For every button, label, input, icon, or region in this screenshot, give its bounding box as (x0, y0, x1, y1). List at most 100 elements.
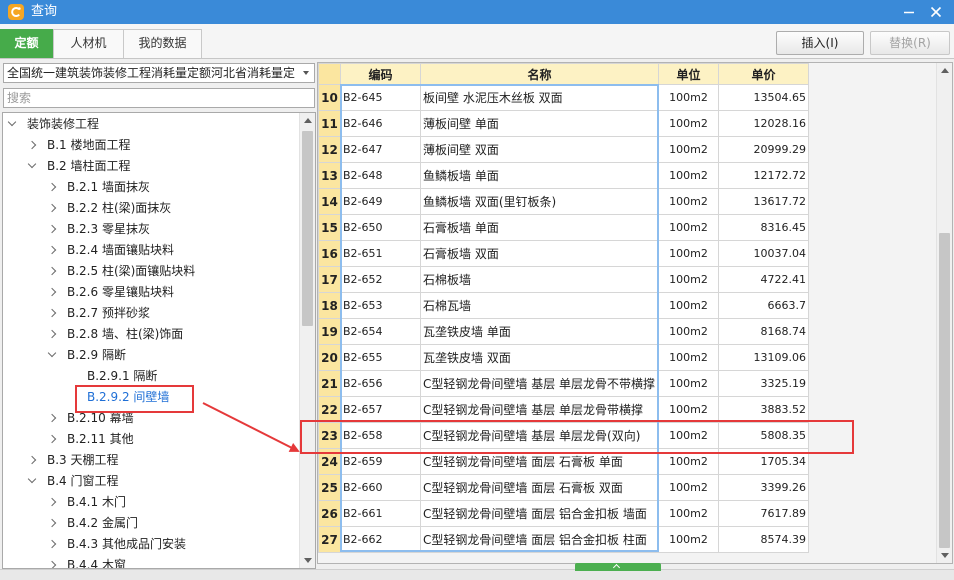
cell-code[interactable]: B2-646 (340, 110, 421, 137)
tab-quota[interactable]: 定额 (0, 29, 53, 58)
tree-item[interactable]: 装饰装修工程 (3, 114, 298, 135)
tree-scrollbar[interactable] (299, 113, 315, 568)
chevron-right-icon[interactable] (47, 518, 57, 528)
tree-item[interactable]: B.4.4 木窗 (3, 555, 298, 568)
cell-price[interactable]: 8574.39 (718, 526, 809, 553)
table-row[interactable]: 20 B2-655 瓦垄铁皮墙 双面 100m2 13109.06 (318, 344, 809, 371)
cell-unit[interactable]: 100m2 (658, 318, 719, 345)
cell-unit[interactable]: 100m2 (658, 526, 719, 553)
tree-item[interactable]: B.4 门窗工程 (3, 471, 298, 492)
cell-code[interactable]: B2-656 (340, 370, 421, 397)
cell-price[interactable]: 13617.72 (718, 188, 809, 215)
panel-splitter-handle[interactable] (575, 563, 661, 571)
cell-unit[interactable]: 100m2 (658, 84, 719, 111)
cell-unit[interactable]: 100m2 (658, 136, 719, 163)
tree-item[interactable]: B.3 天棚工程 (3, 450, 298, 471)
cell-code[interactable]: B2-648 (340, 162, 421, 189)
table-row[interactable]: 26 B2-661 C型轻钢龙骨间壁墙 面层 铝合金扣板 墙面 100m2 7617.8… (318, 500, 809, 527)
header-name[interactable]: 名称 (420, 63, 659, 85)
library-select[interactable]: 全国统一建筑装饰装修工程消耗量定额河北省消耗量定 (3, 63, 315, 83)
tree-item[interactable]: B.2 墙柱面工程 (3, 156, 298, 177)
chevron-right-icon[interactable] (47, 539, 57, 549)
table-row[interactable]: 23 B2-658 C型轻钢龙骨间壁墙 基层 单层龙骨(双向) 100m2 5808.3… (318, 422, 809, 449)
chevron-right-icon[interactable] (47, 203, 57, 213)
cell-price[interactable]: 1705.34 (718, 448, 809, 475)
chevron-right-icon[interactable] (47, 308, 57, 318)
cell-name[interactable]: 薄板间壁 双面 (420, 136, 659, 163)
tree-item[interactable]: B.2.10 幕墙 (3, 408, 298, 429)
grid-scrollbar[interactable] (936, 63, 952, 563)
cell-code[interactable]: B2-661 (340, 500, 421, 527)
cell-code[interactable]: B2-645 (340, 84, 421, 111)
cell-unit[interactable]: 100m2 (658, 370, 719, 397)
chevron-right-icon[interactable] (47, 497, 57, 507)
cell-code[interactable]: B2-659 (340, 448, 421, 475)
cell-name[interactable]: 鱼鳞板墙 单面 (420, 162, 659, 189)
table-row[interactable]: 22 B2-657 C型轻钢龙骨间壁墙 基层 单层龙骨带横撑 100m2 3883.52 (318, 396, 809, 423)
table-row[interactable]: 25 B2-660 C型轻钢龙骨间壁墙 面层 石膏板 双面 100m2 3399.26 (318, 474, 809, 501)
cell-unit[interactable]: 100m2 (658, 110, 719, 137)
cell-unit[interactable]: 100m2 (658, 188, 719, 215)
table-row[interactable]: 27 B2-662 C型轻钢龙骨间壁墙 面层 铝合金扣板 柱面 100m2 8574.3… (318, 526, 809, 553)
close-icon[interactable] (928, 4, 944, 20)
cell-unit[interactable]: 100m2 (658, 448, 719, 475)
tree-item[interactable]: B.2.2 柱(梁)面抹灰 (3, 198, 298, 219)
cell-unit[interactable]: 100m2 (658, 500, 719, 527)
table-row[interactable]: 15 B2-650 石膏板墙 单面 100m2 8316.45 (318, 214, 809, 241)
table-row[interactable]: 10 B2-645 板间壁 水泥压木丝板 双面 100m2 13504.65 (318, 84, 809, 111)
replace-button[interactable]: 替换(R) (870, 31, 950, 55)
cell-unit[interactable]: 100m2 (658, 396, 719, 423)
cell-name[interactable]: C型轻钢龙骨间壁墙 面层 铝合金扣板 柱面 (420, 526, 659, 553)
tree-item[interactable]: B.1 楼地面工程 (3, 135, 298, 156)
chevron-right-icon[interactable] (47, 413, 57, 423)
table-row[interactable]: 18 B2-653 石棉瓦墙 100m2 6663.7 (318, 292, 809, 319)
tree-item[interactable]: B.2.6 零星镶贴块料 (3, 282, 298, 303)
cell-code[interactable]: B2-657 (340, 396, 421, 423)
cell-code[interactable]: B2-658 (340, 422, 421, 449)
cell-name[interactable]: 瓦垄铁皮墙 单面 (420, 318, 659, 345)
cell-name[interactable]: C型轻钢龙骨间壁墙 面层 石膏板 双面 (420, 474, 659, 501)
cell-name[interactable]: C型轻钢龙骨间壁墙 面层 石膏板 单面 (420, 448, 659, 475)
tree-item[interactable]: B.4.2 金属门 (3, 513, 298, 534)
cell-unit[interactable]: 100m2 (658, 474, 719, 501)
chevron-right-icon[interactable] (27, 140, 37, 150)
tree-item[interactable]: B.4.3 其他成品门安装 (3, 534, 298, 555)
cell-price[interactable]: 20999.29 (718, 136, 809, 163)
insert-button[interactable]: 插入(I) (776, 31, 864, 55)
scroll-thumb[interactable] (939, 233, 950, 548)
chevron-right-icon[interactable] (47, 287, 57, 297)
cell-name[interactable]: C型轻钢龙骨间壁墙 基层 单层龙骨(双向) (420, 422, 659, 449)
cell-name[interactable]: C型轻钢龙骨间壁墙 基层 单层龙骨带横撑 (420, 396, 659, 423)
chevron-right-icon[interactable] (47, 224, 57, 234)
cell-price[interactable]: 3883.52 (718, 396, 809, 423)
cell-code[interactable]: B2-660 (340, 474, 421, 501)
chevron-down-icon[interactable] (27, 474, 37, 484)
table-row[interactable]: 12 B2-647 薄板间壁 双面 100m2 20999.29 (318, 136, 809, 163)
cell-price[interactable]: 3325.19 (718, 370, 809, 397)
chevron-down-icon[interactable] (27, 159, 37, 169)
cell-code[interactable]: B2-655 (340, 344, 421, 371)
tree-item[interactable]: B.2.8 墙、柱(梁)饰面 (3, 324, 298, 345)
cell-code[interactable]: B2-647 (340, 136, 421, 163)
cell-price[interactable]: 4722.41 (718, 266, 809, 293)
cell-name[interactable]: 石膏板墙 双面 (420, 240, 659, 267)
cell-price[interactable]: 12028.16 (718, 110, 809, 137)
scroll-up-icon[interactable] (300, 113, 315, 129)
cell-unit[interactable]: 100m2 (658, 240, 719, 267)
chevron-right-icon[interactable] (47, 182, 57, 192)
table-row[interactable]: 11 B2-646 薄板间壁 单面 100m2 12028.16 (318, 110, 809, 137)
tab-my-data[interactable]: 我的数据 (123, 29, 202, 58)
cell-unit[interactable]: 100m2 (658, 214, 719, 241)
table-row[interactable]: 13 B2-648 鱼鳞板墙 单面 100m2 12172.72 (318, 162, 809, 189)
chevron-down-icon[interactable] (7, 117, 17, 127)
scroll-up-icon[interactable] (937, 63, 952, 79)
cell-name[interactable]: C型轻钢龙骨间壁墙 基层 单层龙骨不带横撑 (420, 370, 659, 397)
cell-price[interactable]: 13504.65 (718, 84, 809, 111)
table-row[interactable]: 16 B2-651 石膏板墙 双面 100m2 10037.04 (318, 240, 809, 267)
tree-item[interactable]: B.4.1 木门 (3, 492, 298, 513)
chevron-right-icon[interactable] (47, 329, 57, 339)
cell-price[interactable]: 10037.04 (718, 240, 809, 267)
cell-name[interactable]: 石棉板墙 (420, 266, 659, 293)
tree-item[interactable]: B.2.11 其他 (3, 429, 298, 450)
tab-labor-material-machine[interactable]: 人材机 (53, 29, 124, 58)
